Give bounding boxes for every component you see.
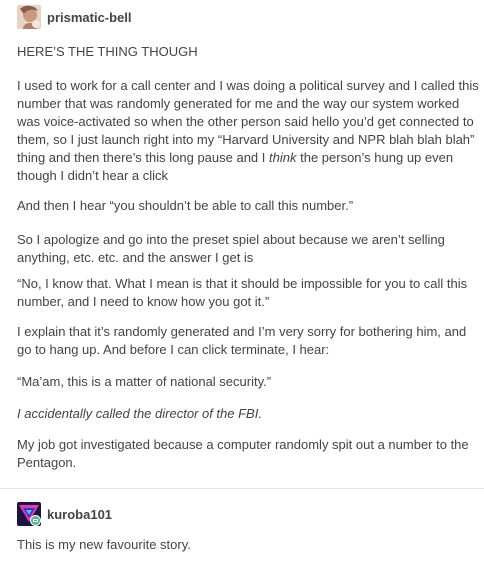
post-paragraph: My job got investigated because a comput… <box>17 437 469 470</box>
username[interactable]: kuroba101 <box>47 507 112 522</box>
post-paragraph: I used to work for a call center and I w… <box>17 77 479 185</box>
post-paragraph-italic: I accidentally called the director of th… <box>17 406 262 421</box>
username[interactable]: prismatic-bell <box>47 10 132 25</box>
post-paragraph: And then I hear “you shouldn’t be able t… <box>17 198 354 213</box>
post-header-kuroba101: kuroba101 <box>17 502 112 526</box>
reblog-divider <box>0 488 484 489</box>
post-paragraph: This is my new favourite story. <box>17 537 191 552</box>
avatar[interactable] <box>17 5 41 29</box>
avatar[interactable] <box>17 502 41 526</box>
emphasis-text: think <box>269 150 297 165</box>
reblog-icon <box>30 515 41 526</box>
post-paragraph: “Ma’am, this is a matter of national sec… <box>17 374 272 389</box>
avatar-icon <box>17 5 41 29</box>
post-header-prismatic-bell: prismatic-bell <box>17 5 132 29</box>
post-paragraph: So I apologize and go into the preset sp… <box>17 232 445 265</box>
post-paragraph: “No, I know that. What I mean is that it… <box>17 276 468 309</box>
post-paragraph: I explain that it’s randomly generated a… <box>17 324 467 357</box>
post-text-heading: HERE’S THE THING THOUGH <box>17 44 198 59</box>
